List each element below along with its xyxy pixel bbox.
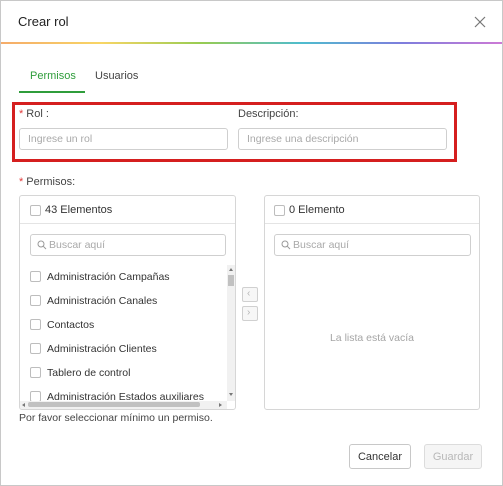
move-right-button[interactable]: › <box>242 306 258 321</box>
descripcion-label: Descripción: <box>238 108 299 120</box>
source-list-header: 43 Elementos <box>20 196 235 224</box>
scroll-right-icon[interactable] <box>219 403 222 407</box>
list-item[interactable]: Tablero de control <box>20 363 225 383</box>
target-count: 0 Elemento <box>289 204 345 216</box>
descripcion-label-text: Descripción <box>238 108 296 120</box>
permisos-label-text: Permisos <box>26 176 73 188</box>
create-role-modal: Crear rol Permisos Usuarios *Rol : Descr… <box>0 0 503 486</box>
header-gradient-divider <box>1 42 502 44</box>
item-label: Administración Campañas <box>47 271 170 283</box>
modal-header: Crear rol <box>1 1 502 43</box>
list-item[interactable]: Administración Canales <box>20 291 225 311</box>
item-checkbox[interactable] <box>30 343 41 354</box>
rol-label-text: Rol <box>26 108 43 120</box>
vertical-scrollbar[interactable] <box>227 265 235 401</box>
empty-list-text: La lista está vacía <box>329 332 415 344</box>
list-item[interactable]: Administración Campañas <box>20 267 225 287</box>
modal-title: Crear rol <box>18 14 69 29</box>
list-item[interactable]: Contactos <box>20 315 225 335</box>
close-icon[interactable] <box>471 13 489 31</box>
source-list-panel: 43 Elementos Administración Campañas Adm… <box>19 195 236 410</box>
move-left-button[interactable]: ‹ <box>242 287 258 302</box>
required-mark: * <box>19 176 24 188</box>
descripcion-input[interactable] <box>238 128 447 150</box>
tab-usuarios[interactable]: Usuarios <box>95 70 138 82</box>
rol-label: * Rol : <box>19 108 49 120</box>
permisos-label: * Permisos: <box>19 176 76 188</box>
validation-hint: Por favor seleccionar mínimo un permiso. <box>19 412 213 424</box>
item-label: Tablero de control <box>47 367 131 379</box>
search-icon <box>281 240 291 250</box>
target-list-panel: 0 Elemento La lista está vacía <box>264 195 480 410</box>
target-list-header: 0 Elemento <box>265 196 479 224</box>
item-checkbox[interactable] <box>30 271 41 282</box>
chevron-right-icon: › <box>247 307 251 318</box>
search-icon <box>37 240 47 250</box>
active-tab-indicator <box>19 91 85 93</box>
item-checkbox[interactable] <box>30 295 41 306</box>
scroll-thumb[interactable] <box>28 402 200 407</box>
target-search <box>274 234 471 256</box>
item-label: Contactos <box>47 319 95 331</box>
scroll-left-icon[interactable] <box>22 403 25 407</box>
scroll-up-icon[interactable] <box>229 268 233 271</box>
chevron-left-icon: ‹ <box>247 288 251 299</box>
horizontal-scrollbar[interactable] <box>20 401 227 409</box>
item-label: Administración Clientes <box>47 343 157 355</box>
item-label: Administración Canales <box>47 295 158 307</box>
rol-input[interactable] <box>19 128 228 150</box>
save-button[interactable]: Guardar <box>424 444 482 469</box>
target-search-input[interactable] <box>293 235 463 255</box>
cancel-button[interactable]: Cancelar <box>349 444 411 469</box>
required-mark: * <box>19 108 24 120</box>
item-checkbox[interactable] <box>30 367 41 378</box>
select-all-target-checkbox[interactable] <box>274 205 285 216</box>
source-search-input[interactable] <box>49 235 219 255</box>
source-search <box>30 234 226 256</box>
scroll-thumb[interactable] <box>228 275 234 286</box>
scroll-down-icon[interactable] <box>229 393 233 396</box>
tab-bar: Permisos Usuarios <box>18 61 485 95</box>
select-all-source-checkbox[interactable] <box>30 205 41 216</box>
item-checkbox[interactable] <box>30 319 41 330</box>
source-count: 43 Elementos <box>45 204 113 216</box>
tab-permisos[interactable]: Permisos <box>30 70 76 82</box>
list-item[interactable]: Administración Clientes <box>20 339 225 359</box>
